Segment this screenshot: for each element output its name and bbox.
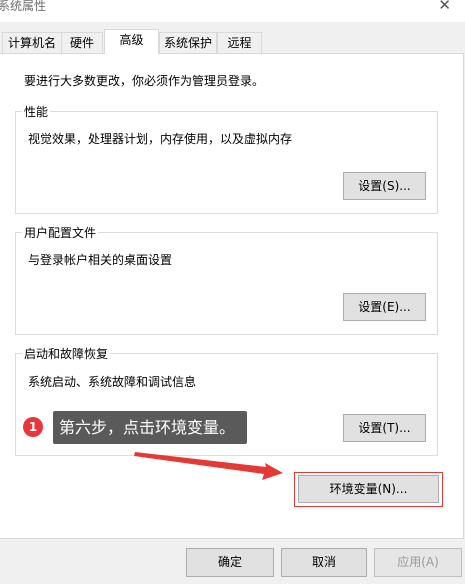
cancel-button[interactable]: 取消	[281, 548, 367, 577]
apply-button[interactable]: 应用(A)	[374, 548, 462, 577]
annotation-arrow	[134, 452, 283, 480]
tab-advanced[interactable]: 高级	[104, 29, 159, 54]
ok-button[interactable]: 确定	[186, 548, 274, 577]
